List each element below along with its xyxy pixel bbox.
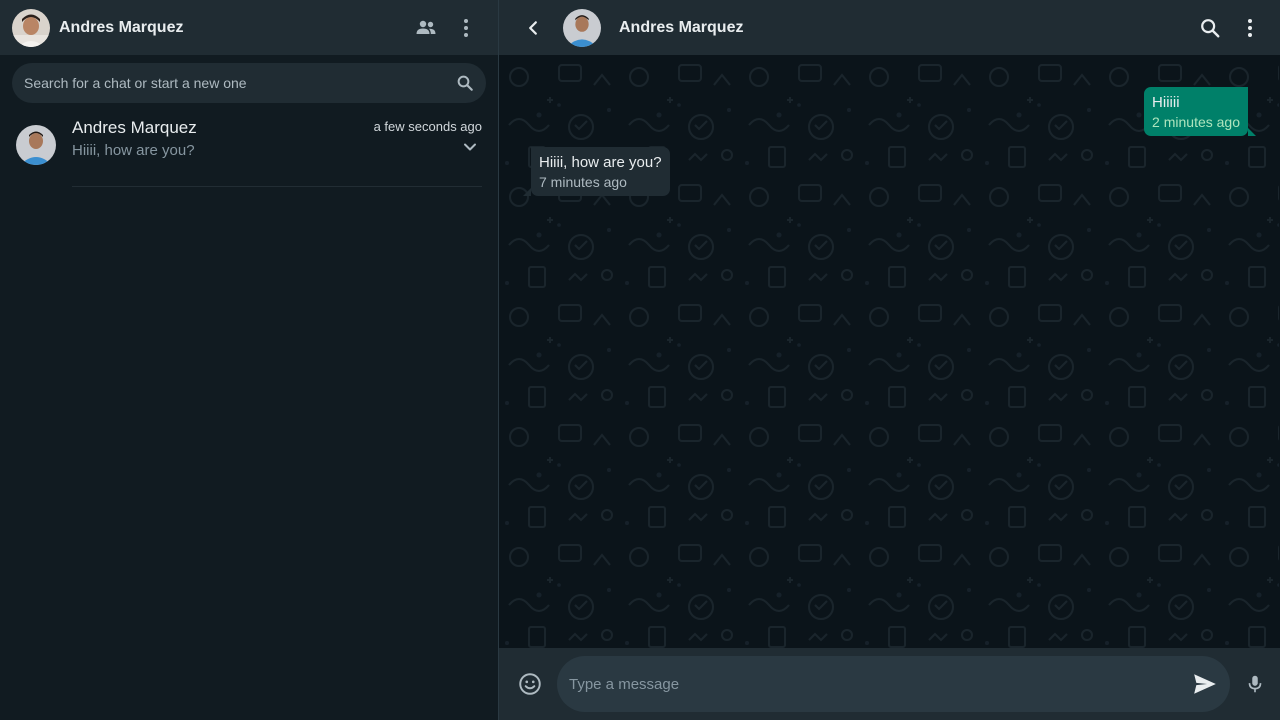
message-time: 2 minutes ago [1152, 114, 1240, 130]
my-user-name: Andres Marquez [59, 18, 184, 36]
sidebar: Andres Marquez Search for a chat or star… [0, 0, 499, 720]
bubble-tail [523, 188, 531, 196]
message-bubble-outgoing[interactable]: Hiiiii 2 minutes ago [1144, 87, 1256, 136]
chat-item-name: Andres Marquez [72, 118, 197, 137]
send-icon [1194, 674, 1216, 694]
doodle-background [499, 55, 1279, 648]
bubble-tail [1248, 128, 1256, 136]
send-button[interactable] [1192, 671, 1218, 697]
emoji-button[interactable] [517, 671, 543, 697]
chat-list: Andres Marquez a few seconds ago Hiiii, … [0, 111, 498, 191]
message-input-wrapper [557, 656, 1230, 712]
chat-item-preview: Hiiii, how are you? [72, 142, 195, 159]
chevron-down-icon [464, 143, 476, 151]
kebab-menu-icon [1248, 18, 1252, 37]
voice-message-button[interactable] [1244, 673, 1266, 695]
message-area[interactable]: Hiiiii 2 minutes ago Hiiii, how are you?… [499, 55, 1280, 648]
search-bar [12, 63, 486, 103]
chat-options-button[interactable] [462, 139, 478, 160]
message-text: Hiiii, how are you? [539, 154, 662, 171]
contact-avatar[interactable] [563, 8, 601, 47]
emoji-icon [519, 673, 541, 695]
message-text: Hiiiii [1152, 94, 1180, 111]
community-icon [416, 20, 436, 34]
search-button[interactable] [456, 74, 474, 92]
contact-avatar [16, 125, 56, 165]
menu-button[interactable] [446, 8, 486, 48]
microphone-icon [1248, 675, 1262, 693]
message-bubble-incoming[interactable]: Hiiii, how are you? 7 minutes ago [523, 147, 670, 196]
message-time: 7 minutes ago [539, 174, 627, 190]
chat-list-item[interactable]: Andres Marquez a few seconds ago Hiiii, … [0, 111, 498, 191]
message-composer [499, 648, 1280, 720]
chat-menu-button[interactable] [1230, 8, 1270, 48]
search-icon [1201, 18, 1220, 37]
back-button[interactable] [517, 8, 549, 48]
contact-name: Andres Marquez [619, 18, 744, 36]
message-input[interactable] [569, 675, 1192, 693]
sidebar-header: Andres Marquez [0, 0, 498, 55]
chat-item-time: a few seconds ago [373, 119, 482, 134]
search-icon [457, 75, 473, 91]
chat-search-button[interactable] [1190, 8, 1230, 48]
app-window: Andres Marquez Search for a chat or star… [0, 0, 1280, 720]
search-input[interactable] [24, 75, 456, 91]
chat-item-body: Andres Marquez a few seconds ago Hiiii, … [72, 111, 482, 187]
chevron-left-icon [529, 20, 537, 35]
kebab-menu-icon [464, 18, 468, 37]
chat-panel: Andres Marquez Hiiiii 2 minutes ago Hiii… [499, 0, 1280, 720]
search-container [0, 55, 498, 111]
my-avatar[interactable] [12, 8, 50, 47]
chat-header: Andres Marquez [499, 0, 1280, 55]
community-button[interactable] [406, 8, 446, 48]
